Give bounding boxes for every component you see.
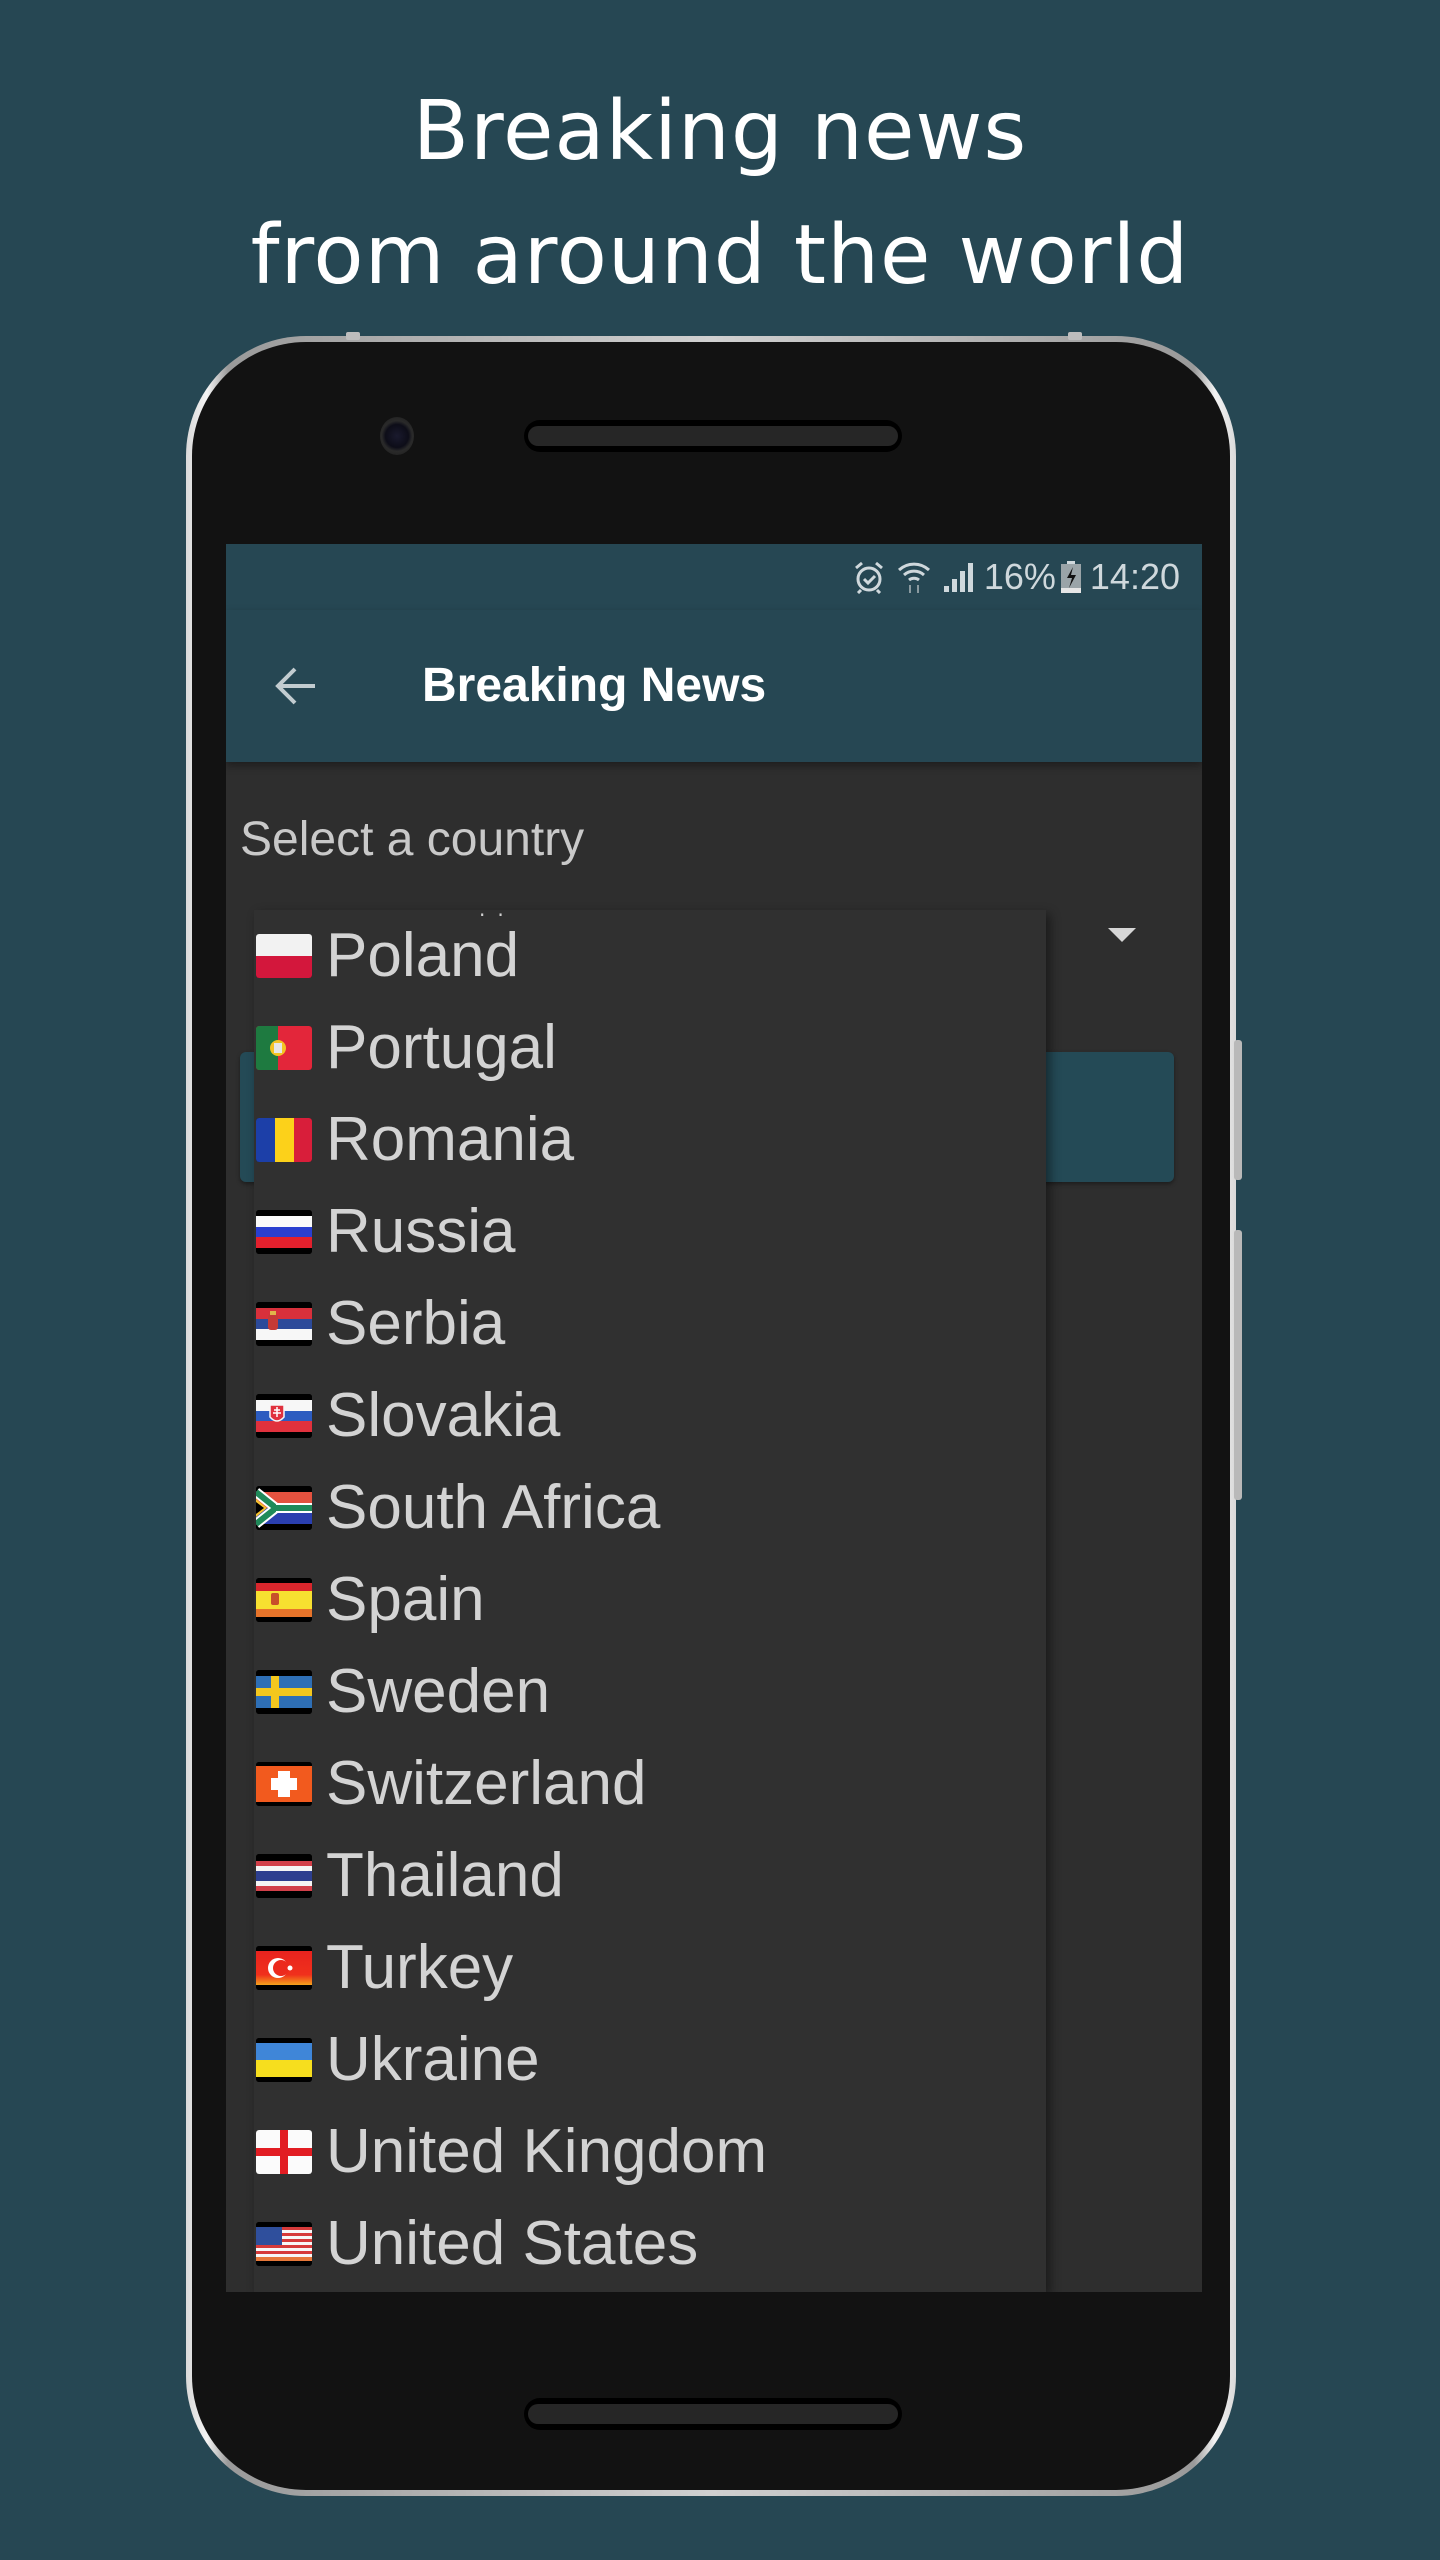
- phone-side-button: [1234, 1230, 1242, 1500]
- flag-united-states-icon: [256, 2222, 312, 2266]
- country-option-label: Switzerland: [326, 1749, 647, 1818]
- country-option-ukraine[interactable]: Ukraine: [254, 2014, 1046, 2106]
- country-option-label: South Africa: [326, 1473, 661, 1542]
- alarm-icon: [852, 560, 886, 594]
- country-option-label: United Kingdom: [326, 2117, 768, 2186]
- country-option-label: United States: [326, 2209, 699, 2278]
- wifi-icon: [896, 560, 932, 594]
- country-option-serbia[interactable]: Serbia: [254, 1278, 1046, 1370]
- flag-sweden-icon: [256, 1670, 312, 1714]
- phone-frame-nub: [346, 332, 360, 340]
- battery-percent: 16%: [983, 556, 1056, 597]
- flag-portugal-icon: [256, 1026, 312, 1070]
- country-dropdown-list[interactable]: ·· Poland Portugal Romania Russia Serbia…: [254, 910, 1046, 2292]
- country-option-label: Spain: [326, 1565, 485, 1634]
- country-option-spain[interactable]: Spain: [254, 1554, 1046, 1646]
- battery-charging-icon: [1060, 560, 1082, 594]
- status-time: 14:20: [1089, 556, 1180, 597]
- back-button[interactable]: [266, 656, 326, 716]
- flag-thailand-icon: [256, 1854, 312, 1898]
- country-option-thailand[interactable]: Thailand: [254, 1830, 1046, 1922]
- front-camera: [380, 417, 414, 455]
- country-option-turkey[interactable]: Turkey: [254, 1922, 1046, 2014]
- country-option-label: Sweden: [326, 1657, 551, 1726]
- country-option-label: Slovakia: [326, 1381, 561, 1450]
- signal-icon: [942, 560, 976, 594]
- country-option-label: Russia: [326, 1197, 516, 1266]
- promo-line-2: from around the world: [250, 208, 1190, 303]
- flag-serbia-icon: [256, 1302, 312, 1346]
- country-option-portugal[interactable]: Portugal: [254, 1002, 1046, 1094]
- country-option-slovakia[interactable]: Slovakia: [254, 1370, 1046, 1462]
- bottom-speaker: [524, 2398, 902, 2430]
- flag-south-africa-icon: [256, 1486, 312, 1530]
- country-option-label: Ukraine: [326, 2025, 540, 2094]
- country-option-label: Romania: [326, 1105, 575, 1174]
- earpiece-speaker: [524, 420, 902, 452]
- flag-england-icon: [256, 2130, 312, 2174]
- country-option-label: Turkey: [326, 1933, 514, 2002]
- country-option-poland[interactable]: Poland: [254, 910, 1046, 1002]
- arrow-left-icon: [275, 667, 315, 705]
- country-option-label: Thailand: [326, 1841, 564, 1910]
- country-option-romania[interactable]: Romania: [254, 1094, 1046, 1186]
- flag-russia-icon: [256, 1210, 312, 1254]
- phone-side-button: [1234, 1040, 1242, 1180]
- flag-ukraine-icon: [256, 2038, 312, 2082]
- flag-slovakia-icon: [256, 1394, 312, 1438]
- app-bar: Breaking News: [226, 610, 1202, 762]
- country-option-label: Serbia: [326, 1289, 506, 1358]
- dropdown-arrow-icon: [1108, 928, 1136, 942]
- country-option-united-kingdom[interactable]: United Kingdom: [254, 2106, 1046, 2198]
- phone-screen: 16% 14:20 Breaking News Select a country…: [226, 544, 1202, 2292]
- country-option-label: Poland: [326, 921, 520, 990]
- country-option-russia[interactable]: Russia: [254, 1186, 1046, 1278]
- country-option-switzerland[interactable]: Switzerland: [254, 1738, 1046, 1830]
- country-option-south-africa[interactable]: South Africa: [254, 1462, 1046, 1554]
- flag-turkey-icon: [256, 1946, 312, 1990]
- status-bar: 16% 14:20: [226, 544, 1202, 610]
- select-country-label: Select a country: [240, 813, 585, 866]
- country-option-label: Portugal: [326, 1013, 557, 1082]
- flag-spain-icon: [256, 1578, 312, 1622]
- flag-switzerland-icon: [256, 1762, 312, 1806]
- app-title: Breaking News: [422, 659, 767, 712]
- country-option-sweden[interactable]: Sweden: [254, 1646, 1046, 1738]
- promo-headline: Breaking news from around the world: [0, 70, 1440, 318]
- promo-line-1: Breaking news: [412, 84, 1028, 179]
- flag-poland-icon: [256, 934, 312, 978]
- country-option-united-states[interactable]: United States: [254, 2198, 1046, 2290]
- phone-frame-nub: [1068, 332, 1082, 340]
- flag-romania-icon: [256, 1118, 312, 1162]
